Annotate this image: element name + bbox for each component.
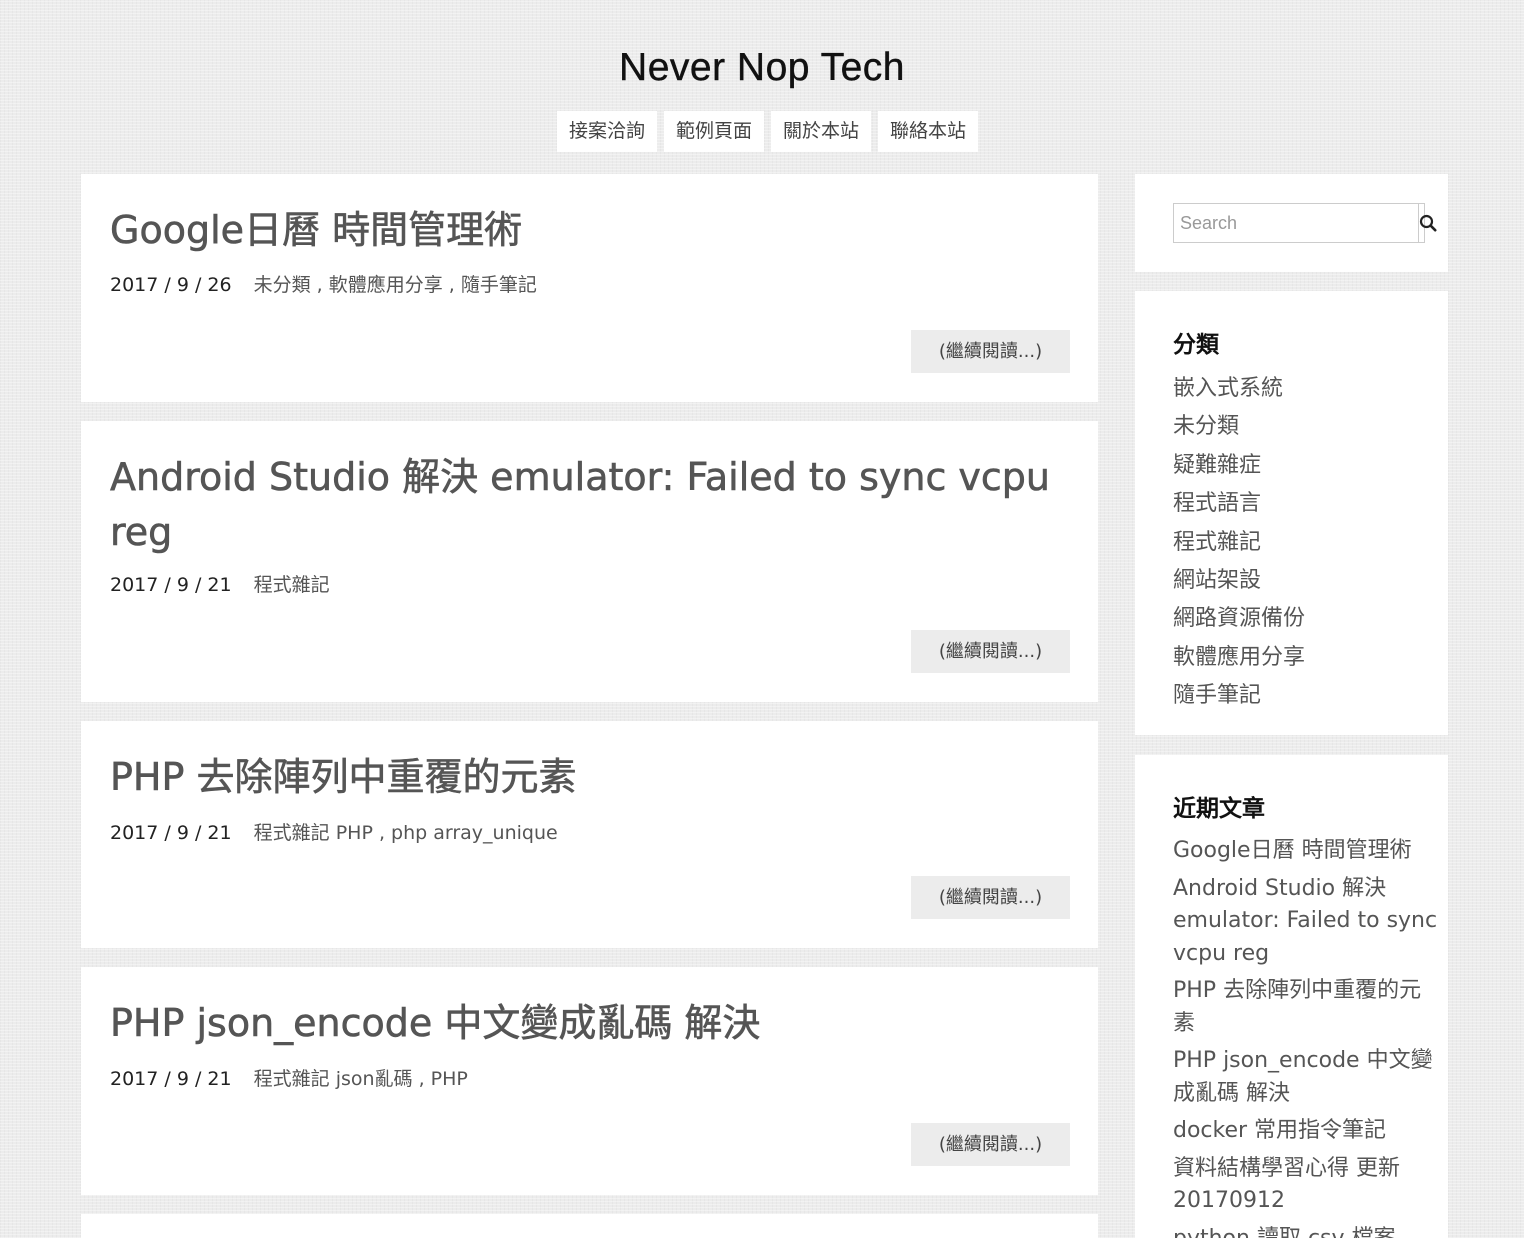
category-item[interactable]: 未分類 [1173, 408, 1305, 446]
post-date: 2017 / 9 / 26 [110, 274, 232, 296]
category-item[interactable]: 程式雜記 [1173, 524, 1305, 562]
post-tags[interactable]: json亂碼 , PHP [336, 1068, 468, 1090]
recent-posts-widget: 近期文章 Google日曆 時間管理術 Android Studio 解決 em… [1135, 755, 1448, 1238]
post-card [81, 1214, 1098, 1238]
recent-post-link[interactable]: Android Studio 解決 emulator: Failed to sy… [1173, 873, 1443, 971]
menu-item-sample-page[interactable]: 範例頁面 [664, 111, 765, 152]
search-icon [1419, 214, 1437, 232]
post-categories[interactable]: 程式雜記 [254, 1068, 330, 1090]
post-tags[interactable]: PHP , php array_unique [336, 822, 558, 844]
post-card: Android Studio 解決 emulator: Failed to sy… [81, 421, 1098, 702]
search-button[interactable] [1418, 204, 1437, 242]
category-item[interactable]: 疑難雜症 [1173, 447, 1305, 485]
post-title[interactable]: Android Studio 解決 emulator: Failed to sy… [110, 450, 1070, 560]
category-item[interactable]: 軟體應用分享 [1173, 639, 1305, 677]
read-more-button[interactable]: (繼續閱讀...) [911, 330, 1070, 373]
post-categories[interactable]: 程式雜記 [254, 822, 330, 844]
read-more-button[interactable]: (繼續閱讀...) [911, 1123, 1070, 1166]
post-card: PHP json_encode 中文變成亂碼 解決 2017 / 9 / 21 … [81, 967, 1098, 1195]
post-title[interactable]: Google日曆 時間管理術 [110, 203, 1098, 258]
menu-item-about[interactable]: 關於本站 [771, 111, 872, 152]
search-form [1173, 203, 1437, 243]
recent-post-link[interactable]: docker 常用指令筆記 [1173, 1115, 1443, 1148]
post-date: 2017 / 9 / 21 [110, 822, 232, 844]
category-item[interactable]: 嵌入式系統 [1173, 370, 1305, 408]
recent-post-link[interactable]: Google日曆 時間管理術 [1173, 835, 1443, 868]
recent-posts-list: Google日曆 時間管理術 Android Studio 解決 emulato… [1173, 835, 1443, 1238]
post-date: 2017 / 9 / 21 [110, 1068, 232, 1090]
category-item[interactable]: 網站架設 [1173, 562, 1305, 600]
menu-item-contact[interactable]: 聯絡本站 [878, 111, 979, 152]
site-title[interactable]: Never Nop Tech [0, 46, 1524, 90]
post-categories[interactable]: 未分類 , 軟體應用分享 , 隨手筆記 [254, 274, 537, 296]
category-item[interactable]: 隨手筆記 [1173, 677, 1305, 715]
post-title[interactable]: PHP json_encode 中文變成亂碼 解決 [110, 996, 1098, 1051]
search-input[interactable] [1174, 204, 1418, 242]
read-more-button[interactable]: (繼續閱讀...) [911, 630, 1070, 673]
post-meta: 2017 / 9 / 26 未分類 , 軟體應用分享 , 隨手筆記 [110, 270, 537, 297]
post-card: PHP 去除陣列中重覆的元素 2017 / 9 / 21 程式雜記 PHP , … [81, 721, 1098, 948]
read-more-button[interactable]: (繼續閱讀...) [911, 876, 1070, 919]
categories-list: 嵌入式系統 未分類 疑難雜症 程式語言 程式雜記 網站架設 網路資源備份 軟體應… [1173, 370, 1305, 716]
post-card: Google日曆 時間管理術 2017 / 9 / 26 未分類 , 軟體應用分… [81, 174, 1098, 402]
category-item[interactable]: 程式語言 [1173, 485, 1305, 523]
post-meta: 2017 / 9 / 21 程式雜記 PHP , php array_uniqu… [110, 818, 558, 845]
post-title[interactable]: PHP 去除陣列中重覆的元素 [110, 750, 1098, 805]
menu-item-inquiry[interactable]: 接案洽詢 [557, 111, 658, 152]
recent-post-link[interactable]: python 讀取 csv 檔案 [1173, 1223, 1443, 1238]
search-widget [1135, 174, 1448, 272]
post-meta: 2017 / 9 / 21 程式雜記 json亂碼 , PHP [110, 1064, 468, 1091]
post-categories[interactable]: 程式雜記 [254, 574, 330, 596]
recent-post-link[interactable]: PHP 去除陣列中重覆的元素 [1173, 975, 1443, 1040]
post-meta: 2017 / 9 / 21 程式雜記 [110, 570, 330, 597]
recent-posts-title: 近期文章 [1173, 796, 1265, 822]
category-item[interactable]: 網路資源備份 [1173, 600, 1305, 638]
recent-post-link[interactable]: 資料結構學習心得 更新 20170912 [1173, 1153, 1443, 1218]
main-menu: 接案洽詢 範例頁面 關於本站 聯絡本站 [557, 111, 979, 152]
post-date: 2017 / 9 / 21 [110, 574, 232, 596]
categories-widget: 分類 嵌入式系統 未分類 疑難雜症 程式語言 程式雜記 網站架設 網路資源備份 … [1135, 291, 1448, 735]
categories-title: 分類 [1173, 332, 1219, 358]
recent-post-link[interactable]: PHP json_encode 中文變成亂碼 解決 [1173, 1045, 1443, 1110]
